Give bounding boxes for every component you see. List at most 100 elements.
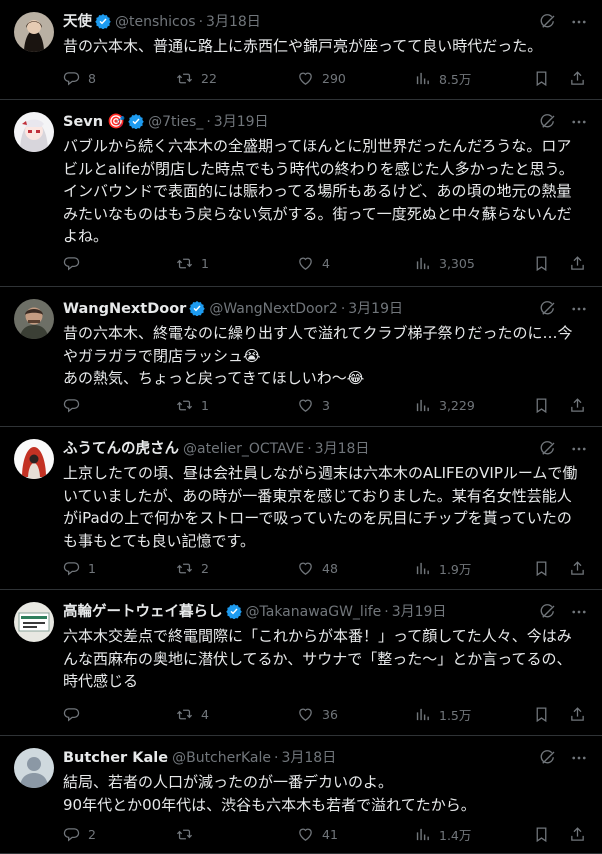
- display-name[interactable]: ふうてんの虎さん: [63, 441, 179, 457]
- tweet[interactable]: Sevn 🎯 @7ties_ · 3月19日 バブルから続く六本木の全盛期ってほんとに別世…: [0, 100, 602, 287]
- views-button[interactable]: 3,305: [414, 253, 475, 273]
- tweet[interactable]: ふうてんの虎さん @atelier_OCTAVE · 3月18日 上京したての頃、昼は会…: [0, 427, 602, 590]
- verified-badge-icon: [95, 13, 111, 33]
- user-handle[interactable]: @WangNextDoor2: [209, 301, 337, 317]
- tweet-actions: 1 4 3,305: [63, 253, 586, 273]
- retweet-button[interactable]: 1: [176, 253, 209, 273]
- retweet-icon: [176, 706, 201, 723]
- bookmark-icon: [533, 826, 550, 843]
- bookmark-icon: [533, 706, 550, 723]
- share-button[interactable]: [569, 558, 586, 578]
- views-button[interactable]: 8.5万: [414, 68, 471, 88]
- retweet-button[interactable]: [176, 824, 201, 844]
- avatar[interactable]: [14, 439, 54, 479]
- like-button[interactable]: 36: [297, 704, 338, 724]
- retweet-button[interactable]: 2: [176, 558, 209, 578]
- reply-button[interactable]: [63, 253, 88, 273]
- avatar[interactable]: [14, 602, 54, 642]
- user-handle[interactable]: @ButcherKale: [172, 750, 271, 766]
- tweet[interactable]: 高輪ゲートウェイ暮らし @TakanawaGW_life · 3月19日 六本木交差点で…: [0, 590, 602, 736]
- like-icon: [297, 255, 322, 272]
- tweet-text: 昔の六本木、終電なのに繰り出す人で溢れてクラブ梯子祭りだったのに…今 やガラガラ…: [63, 324, 573, 387]
- views-button[interactable]: 3,229: [414, 395, 475, 415]
- reply-button[interactable]: 2: [63, 824, 96, 844]
- more-icon[interactable]: [570, 300, 588, 318]
- share-button[interactable]: [569, 253, 586, 273]
- bookmark-button[interactable]: [533, 704, 550, 724]
- bookmark-button[interactable]: [533, 824, 550, 844]
- tweet-date[interactable]: 3月19日: [392, 604, 447, 620]
- retweet-button[interactable]: 4: [176, 704, 209, 724]
- retweet-button[interactable]: 22: [176, 68, 217, 88]
- display-name[interactable]: 高輪ゲートウェイ暮らし: [63, 604, 223, 620]
- more-icon[interactable]: [570, 113, 588, 131]
- reply-button[interactable]: 1: [63, 558, 96, 578]
- more-icon[interactable]: [570, 440, 588, 458]
- bookmark-button[interactable]: [533, 68, 550, 88]
- grok-icon[interactable]: [539, 603, 557, 621]
- like-button-count: 290: [322, 70, 346, 86]
- tweet-actions: 1 2 48 1.9万: [63, 558, 586, 578]
- retweet-icon: [176, 397, 201, 414]
- display-name[interactable]: 天使: [63, 14, 92, 30]
- bookmark-button[interactable]: [533, 253, 550, 273]
- reply-button[interactable]: [63, 395, 88, 415]
- user-handle[interactable]: @tenshicos: [115, 14, 196, 30]
- avatar[interactable]: [14, 299, 54, 339]
- avatar[interactable]: [14, 12, 54, 52]
- grok-icon[interactable]: [539, 440, 557, 458]
- reply-button[interactable]: 8: [63, 68, 96, 88]
- share-button[interactable]: [569, 68, 586, 88]
- like-icon: [297, 826, 322, 843]
- tweet-actions: 2 41 1.4万: [63, 824, 586, 844]
- display-name[interactable]: WangNextDoor: [63, 301, 186, 317]
- grok-icon[interactable]: [539, 300, 557, 318]
- separator-dot: ·: [274, 750, 279, 766]
- tweet[interactable]: Butcher Kale @ButcherKale · 3月18日 結局、若者の人口が減…: [0, 736, 602, 854]
- tweet-date[interactable]: 3月18日: [206, 14, 261, 30]
- display-name[interactable]: Butcher Kale: [63, 750, 168, 766]
- user-handle[interactable]: @atelier_OCTAVE: [183, 441, 304, 457]
- tweet[interactable]: 天使 @tenshicos · 3月18日 昔の六本木、普通に路上に赤西仁や錦戸亮が座っ…: [0, 0, 602, 100]
- avatar[interactable]: [14, 112, 54, 152]
- more-icon[interactable]: [570, 749, 588, 767]
- tweet-date[interactable]: 3月18日: [315, 441, 370, 457]
- retweet-button[interactable]: 1: [176, 395, 209, 415]
- views-button[interactable]: 1.4万: [414, 824, 471, 844]
- tweet[interactable]: WangNextDoor @WangNextDoor2 · 3月19日 昔の六本木、終電…: [0, 287, 602, 427]
- user-handle[interactable]: @7ties_: [148, 114, 203, 130]
- bookmark-button[interactable]: [533, 558, 550, 578]
- reply-button-count: 8: [88, 70, 96, 86]
- tweet-date[interactable]: 3月19日: [348, 301, 403, 317]
- more-icon[interactable]: [570, 13, 588, 31]
- views-button[interactable]: 1.9万: [414, 558, 471, 578]
- like-button[interactable]: 3: [297, 395, 330, 415]
- retweet-button-count: 2: [201, 560, 209, 576]
- like-button[interactable]: 4: [297, 253, 330, 273]
- share-button[interactable]: [569, 395, 586, 415]
- tweet-date[interactable]: 3月18日: [281, 750, 336, 766]
- avatar[interactable]: [14, 748, 54, 788]
- grok-icon[interactable]: [539, 13, 557, 31]
- bookmark-button[interactable]: [533, 395, 550, 415]
- views-button-count: 8.5万: [439, 71, 472, 87]
- views-button[interactable]: 1.5万: [414, 704, 471, 724]
- share-button[interactable]: [569, 704, 586, 724]
- views-icon: [414, 706, 439, 723]
- user-handle[interactable]: @TakanawaGW_life: [246, 604, 382, 620]
- reply-button[interactable]: [63, 704, 88, 724]
- share-button[interactable]: [569, 824, 586, 844]
- tweet-actions: 4 36 1.5万: [63, 704, 586, 724]
- tweet-date[interactable]: 3月19日: [214, 114, 269, 130]
- views-icon: [414, 826, 439, 843]
- grok-icon[interactable]: [539, 113, 557, 131]
- grok-icon[interactable]: [539, 749, 557, 767]
- like-button[interactable]: 48: [297, 558, 338, 578]
- like-button[interactable]: 41: [297, 824, 338, 844]
- more-icon[interactable]: [570, 603, 588, 621]
- tweet-header: WangNextDoor @WangNextDoor2 · 3月19日: [63, 298, 522, 320]
- display-name[interactable]: Sevn: [63, 114, 103, 130]
- like-button[interactable]: 290: [297, 68, 346, 88]
- share-icon: [569, 397, 586, 414]
- reply-icon: [63, 706, 88, 723]
